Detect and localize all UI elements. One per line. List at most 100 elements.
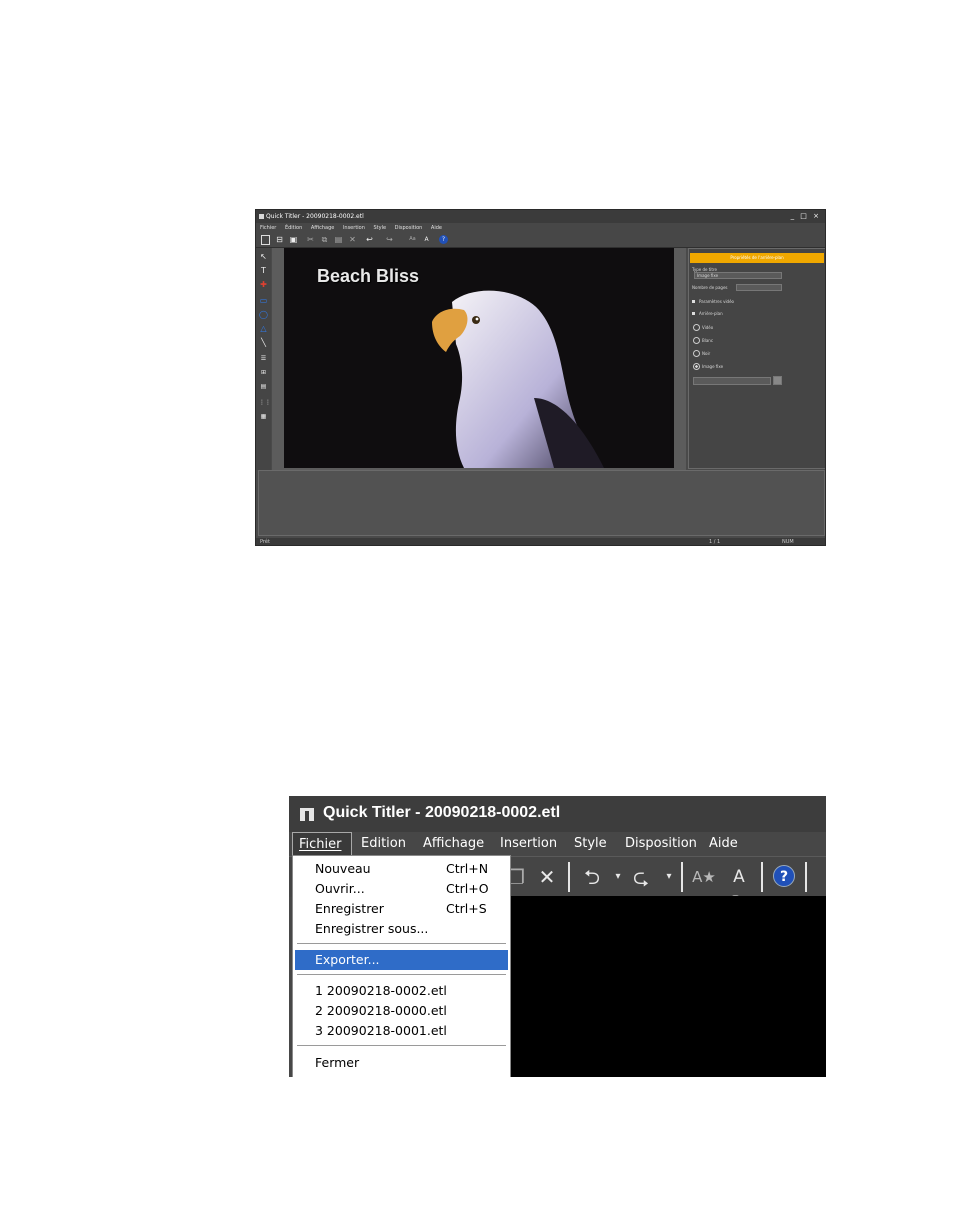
title-canvas[interactable]: Beach Bliss (284, 248, 674, 468)
pages-stepper[interactable] (736, 284, 782, 291)
title-bar: Quick Titler - 20090218-0002.etl (289, 796, 826, 832)
redo-dropdown-icon[interactable]: ▾ (662, 863, 676, 891)
grid-tool-icon[interactable]: ▦ (259, 412, 268, 421)
canvas-title-text[interactable]: Beach Bliss (317, 266, 419, 287)
menu-fichier[interactable]: Fichier (260, 225, 276, 231)
menu-item-label: Enregistrer sous... (315, 921, 429, 936)
undo-icon[interactable]: ⮌ (581, 863, 603, 891)
menu-aide[interactable]: Aide (703, 832, 744, 856)
menu-item-exporter[interactable]: Exporter... (295, 950, 508, 970)
radio-black[interactable] (693, 350, 700, 357)
window-title: Quick Titler - 20090218-0002.etl (266, 213, 364, 220)
menu-item-ouvrir[interactable]: Ouvrir... Ctrl+O (295, 879, 508, 899)
radio-video[interactable] (693, 324, 700, 331)
pages-label: Nombre de pages (692, 285, 728, 290)
delete-icon[interactable]: ✕ (535, 863, 559, 891)
status-page: 1 / 1 (709, 539, 721, 545)
status-text: Prêt (260, 539, 270, 545)
image-path-field[interactable] (693, 377, 771, 385)
radio-black-label: Noir (702, 351, 711, 356)
app-icon (259, 214, 264, 219)
menu-insertion[interactable]: Insertion (494, 832, 563, 856)
save-icon[interactable]: ▣ (289, 235, 298, 244)
menu-item-recent-1[interactable]: 1 20090218-0002.etl (295, 981, 508, 1001)
line-tool-icon[interactable]: ╲ (259, 338, 268, 347)
browse-button[interactable] (773, 376, 782, 385)
redo-icon[interactable]: ↪ (385, 235, 394, 244)
help-icon[interactable]: ? (439, 235, 448, 244)
window-controls[interactable]: _ □ × (791, 210, 821, 223)
new-icon[interactable] (261, 235, 270, 245)
title-bar: Quick Titler - 20090218-0002.etl _ □ × (256, 210, 825, 223)
radio-blank[interactable] (693, 337, 700, 344)
panel-header: Propriétés de l'arrière-plan (690, 253, 824, 263)
menu-disposition[interactable]: Disposition (395, 225, 423, 231)
menu-aide[interactable]: Aide (431, 225, 442, 231)
delete-icon[interactable]: ✕ (348, 235, 357, 244)
menu-separator (297, 1045, 506, 1047)
menu-edition[interactable]: Édition (285, 225, 302, 231)
menu-item-enregistrer[interactable]: Enregistrer Ctrl+S (295, 899, 508, 919)
ellipse-tool-icon[interactable]: ◯ (259, 310, 268, 319)
cut-icon[interactable]: ✂ (306, 235, 315, 244)
open-icon[interactable]: ⊟ (275, 235, 284, 244)
background-toggle[interactable] (692, 312, 695, 315)
menu-bar: Fichier Edition Affichage Insertion Styl… (289, 832, 826, 856)
undo-icon[interactable]: ↩ (365, 235, 374, 244)
radio-still-image[interactable] (693, 363, 700, 370)
menu-disposition[interactable]: Disposition (619, 832, 703, 856)
align-tool-icon[interactable]: ☰ (259, 354, 268, 363)
text-style-icon[interactable]: Aa (408, 235, 417, 244)
undo-dropdown-icon[interactable]: ▾ (611, 863, 625, 891)
order-tool-icon[interactable]: ▤ (259, 382, 268, 391)
menu-item-label: Ouvrir... (315, 881, 365, 896)
video-params-toggle[interactable] (692, 300, 695, 303)
rectangle-tool-icon[interactable]: ▭ (259, 296, 268, 305)
window-title: Quick Titler - 20090218-0002.etl (323, 804, 561, 821)
menu-edition[interactable]: Edition (355, 832, 412, 856)
menu-affichage[interactable]: Affichage (417, 832, 490, 856)
title-canvas[interactable] (510, 896, 826, 1077)
toolbar-separator (761, 862, 763, 892)
text-color-tool-icon[interactable]: ✚ (259, 280, 268, 289)
menu-affichage[interactable]: Affichage (311, 225, 335, 231)
title-type-value: Image fixe (697, 273, 719, 278)
help-icon[interactable]: ? (773, 865, 795, 887)
paste-icon[interactable]: ▤ (334, 235, 343, 244)
menu-item-label: 3 20090218-0001.etl (315, 1023, 447, 1038)
menu-style[interactable]: Style (568, 832, 613, 856)
menu-fichier-label: Fichier (299, 837, 342, 852)
group-tool-icon[interactable]: ⊞ (259, 368, 268, 377)
menu-item-label: Enregistrer (315, 901, 384, 916)
distribute-tool-icon[interactable]: ⋮⋮ (259, 398, 271, 407)
menu-fichier[interactable]: Fichier (292, 832, 352, 856)
text-tool-icon[interactable]: T (259, 266, 268, 275)
menu-bar: Fichier Édition Affichage Insertion Styl… (256, 223, 825, 233)
copy-icon[interactable]: ⧉ (320, 235, 329, 244)
menu-item-enregistrer-sous[interactable]: Enregistrer sous... (295, 919, 508, 939)
quick-titler-window-small: Quick Titler - 20090218-0002.etl _ □ × F… (255, 209, 826, 546)
menu-style[interactable]: Style (374, 225, 387, 231)
menu-item-fermer[interactable]: Fermer (295, 1053, 508, 1073)
menu-item-recent-2[interactable]: 2 20090218-0000.etl (295, 1001, 508, 1021)
text-style-icon[interactable]: A★ (690, 863, 718, 891)
menu-item-label: Exporter... (315, 952, 380, 967)
font-preview-icon[interactable]: A🔍 (726, 863, 752, 915)
toolbar-separator (805, 862, 807, 892)
menu-item-shortcut: Ctrl+S (446, 901, 487, 916)
menu-item-nouveau[interactable]: Nouveau Ctrl+N (295, 859, 508, 879)
menu-insertion[interactable]: Insertion (343, 225, 365, 231)
app-icon (300, 808, 314, 821)
select-tool-icon[interactable]: ↖ (259, 252, 268, 261)
radio-video-label: Vidéo (702, 325, 714, 330)
quick-titler-window-zoom: Quick Titler - 20090218-0002.etl Fichier… (289, 796, 826, 1077)
font-icon[interactable]: A (422, 235, 431, 244)
menu-item-label: 1 20090218-0002.etl (315, 983, 447, 998)
triangle-tool-icon[interactable]: △ (259, 324, 268, 333)
menu-separator (297, 974, 506, 976)
radio-blank-label: Blanc (702, 338, 714, 343)
menu-item-recent-3[interactable]: 3 20090218-0001.etl (295, 1021, 508, 1041)
toolbar-separator (568, 862, 570, 892)
redo-icon[interactable]: ⮎ (630, 863, 652, 891)
title-type-select[interactable]: Image fixe (694, 272, 782, 279)
